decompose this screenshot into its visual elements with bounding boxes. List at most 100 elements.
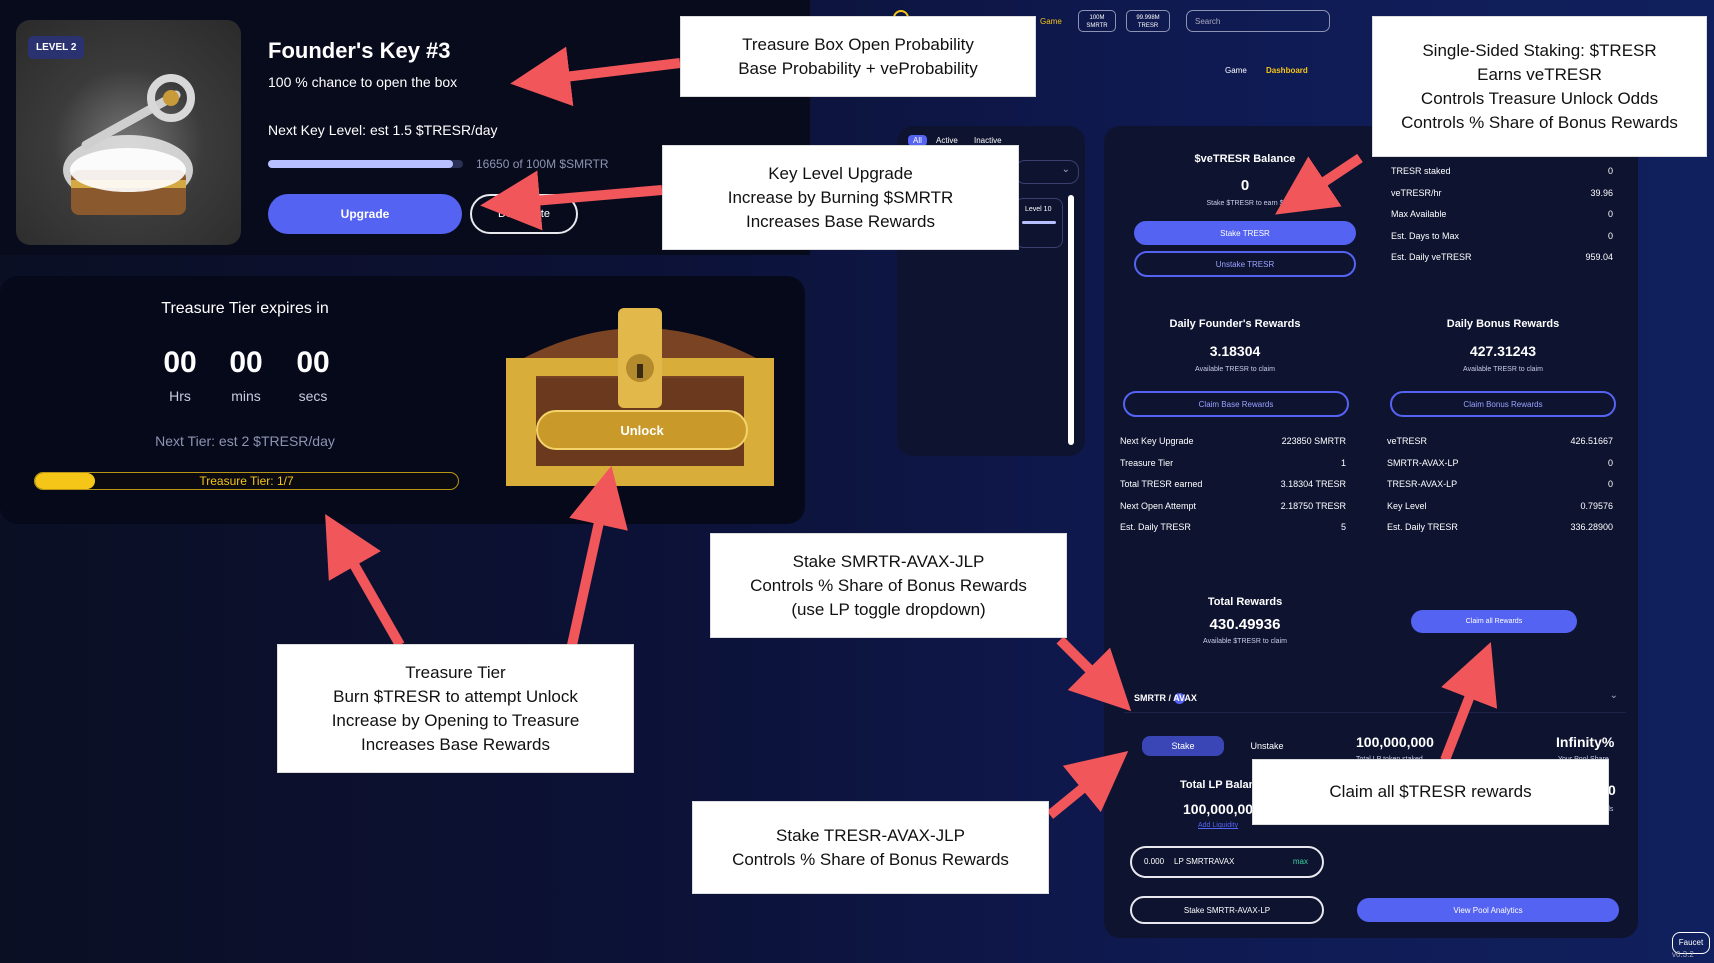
annotation-line: Single-Sided Staking: $TRESR bbox=[1422, 40, 1657, 60]
stat-value: 0 bbox=[1607, 209, 1613, 219]
arrow-tier-bar bbox=[325, 513, 405, 648]
bonus-rewards-note: Available TRESR to claim bbox=[1463, 366, 1543, 373]
key-list-scrollbar[interactable] bbox=[1068, 195, 1074, 445]
filter-active[interactable]: Active bbox=[936, 136, 958, 145]
stat-value: 0 bbox=[1607, 166, 1613, 176]
annotation-line: Burn $TRESR to attempt Unlock bbox=[333, 686, 578, 706]
filter-all[interactable]: All bbox=[908, 135, 927, 146]
annotation-line: Earns veTRESR bbox=[1477, 64, 1602, 84]
hours-value: 00 bbox=[163, 346, 197, 379]
claim-all-rewards-button[interactable]: Claim all Rewards bbox=[1411, 610, 1577, 633]
nav-game[interactable]: Game bbox=[1225, 66, 1247, 75]
lp-pair-label: SMRTR / AVAX bbox=[1134, 693, 1197, 703]
lp-total-value: 100,000,00 bbox=[1183, 801, 1254, 817]
lp-total-staked-value: 100,000,000 bbox=[1356, 734, 1434, 750]
minutes-value: 00 bbox=[229, 346, 263, 379]
stat-value: 3.18304 TRESR bbox=[1280, 479, 1346, 489]
stat-label: Total TRESR earned bbox=[1120, 479, 1203, 489]
annotation-line: (use LP toggle dropdown) bbox=[791, 599, 986, 619]
smrtr-balance-badge: 100M SMRTR bbox=[1078, 10, 1116, 32]
stat-value: 1 bbox=[1340, 457, 1346, 468]
annotation-line: Increase by Burning $SMRTR bbox=[727, 187, 954, 207]
stat-label: Key Level bbox=[1387, 500, 1427, 511]
annotation-line: Controls % Share of Bonus Rewards bbox=[732, 849, 1009, 869]
annotation-tresr-avax-lp: Stake TRESR-AVAX-JLP Controls % Share of … bbox=[693, 802, 1048, 893]
stat-row: Est. Daily veTRESR 959.04 bbox=[1391, 252, 1613, 262]
lp-amount-input[interactable]: 0.000 LP SMRTRAVAX max bbox=[1130, 846, 1324, 878]
annotation-line: Stake TRESR-AVAX-JLP bbox=[776, 825, 965, 845]
claim-bonus-rewards-button[interactable]: Claim Bonus Rewards bbox=[1390, 391, 1616, 417]
claim-base-rewards-button[interactable]: Claim Base Rewards bbox=[1123, 391, 1349, 417]
key-title: Founder's Key #3 bbox=[268, 38, 451, 63]
stat-row: Est. Daily TRESR 336.28900 bbox=[1387, 522, 1613, 532]
vetresr-note: Stake $TRESR to earn $ bbox=[1206, 200, 1284, 207]
stat-label: Est. Daily TRESR bbox=[1387, 522, 1458, 532]
add-liquidity-link[interactable]: Add Liquidity bbox=[1198, 822, 1238, 829]
lp-unstake-tab[interactable]: Unstake bbox=[1232, 736, 1302, 756]
chest-icon bbox=[506, 308, 774, 486]
upgrade-button[interactable]: Upgrade bbox=[268, 194, 462, 234]
stat-label: veTRESR/hr bbox=[1391, 187, 1442, 198]
stat-value: 0.79576 bbox=[1580, 500, 1613, 511]
stat-row: SMRTR-AVAX-LP 0 bbox=[1387, 458, 1613, 468]
stat-value: 336.28900 bbox=[1570, 522, 1613, 532]
lp-stake-tab[interactable]: Stake bbox=[1142, 736, 1224, 756]
unlock-button[interactable]: Unlock bbox=[536, 410, 748, 450]
annotation-line: Increase by Opening to Treasure bbox=[331, 710, 580, 730]
stat-row: Total TRESR earned 3.18304 TRESR bbox=[1120, 479, 1346, 489]
stat-value: 0 bbox=[1607, 230, 1613, 241]
stake-lp-button[interactable]: Stake SMRTR-AVAX-LP bbox=[1130, 896, 1324, 924]
stat-label: Next Open Attempt bbox=[1120, 500, 1197, 511]
max-button[interactable]: max bbox=[1293, 848, 1308, 876]
chevron-down-icon: ⌄ bbox=[1061, 164, 1070, 175]
total-rewards-note: Available $TRESR to claim bbox=[1203, 638, 1287, 645]
stat-label: Est. Daily TRESR bbox=[1120, 522, 1191, 532]
annotation-line: Increases Base Rewards bbox=[746, 211, 935, 231]
lp-total-label: Total LP Balan bbox=[1180, 779, 1256, 791]
chevron-down-icon: ⌄ bbox=[1609, 690, 1618, 701]
founders-rewards-note: Available TRESR to claim bbox=[1195, 366, 1275, 373]
annotation-probability: Treasure Box Open Probability Base Probab… bbox=[681, 17, 1035, 96]
key-progress-text: 16650 of 100M $SMRTR bbox=[476, 157, 609, 171]
view-pool-analytics-button[interactable]: View Pool Analytics bbox=[1357, 898, 1619, 922]
stat-label: Treasure Tier bbox=[1120, 457, 1174, 468]
lp-side-value: 0 bbox=[1608, 782, 1616, 798]
tresr-balance-badge: 99.998M TRESR bbox=[1126, 10, 1170, 32]
bonus-rewards-value: 427.31243 bbox=[1469, 343, 1537, 359]
nav-dashboard[interactable]: Dashboard bbox=[1266, 66, 1308, 75]
stat-value: 0 bbox=[1607, 457, 1613, 468]
level-item-label: Level 10 bbox=[1025, 206, 1052, 213]
key-dropdown[interactable]: ⌄ bbox=[1015, 160, 1079, 184]
unstake-tresr-button[interactable]: Unstake TRESR bbox=[1134, 251, 1356, 277]
annotation-line: Key Level Upgrade bbox=[768, 163, 913, 183]
search-placeholder: Search bbox=[1195, 17, 1221, 26]
stat-row: Key Level 0.79576 bbox=[1387, 501, 1613, 511]
tresr-unit: TRESR bbox=[1137, 23, 1159, 29]
stat-value: 39.96 bbox=[1590, 187, 1613, 198]
version-label: v0.3.2 bbox=[1672, 950, 1694, 959]
deactivate-button[interactable]: Deactivate bbox=[470, 194, 578, 234]
annotation-line: Controls Treasure Unlock Odds bbox=[1420, 88, 1659, 108]
search-input[interactable]: Search bbox=[1186, 10, 1330, 32]
stake-tresr-button[interactable]: Stake TRESR bbox=[1134, 221, 1356, 245]
stat-label: TRESR staked bbox=[1391, 166, 1451, 176]
key-list-item[interactable]: Level 10 bbox=[1015, 198, 1063, 248]
stat-label: veTRESR bbox=[1387, 436, 1428, 446]
nav-game-tab[interactable]: Game bbox=[1040, 17, 1062, 26]
annotation-line: Treasure Box Open Probability bbox=[742, 34, 974, 54]
smrtr-unit: SMRTR bbox=[1086, 23, 1108, 29]
stat-label: Max Available bbox=[1391, 209, 1447, 219]
stat-value: 426.51667 bbox=[1570, 436, 1613, 446]
level-badge: LEVEL 2 bbox=[28, 36, 85, 59]
annotation-line: Base Probability + veProbability bbox=[738, 58, 978, 78]
annotation-key-level-upgrade: Key Level Upgrade Increase by Burning $SM… bbox=[663, 146, 1018, 249]
stat-row: TRESR-AVAX-LP 0 bbox=[1387, 479, 1613, 489]
founders-rewards-value: 3.18304 bbox=[1209, 343, 1261, 359]
key-progress-track bbox=[268, 160, 463, 168]
stat-row: Treasure Tier 1 bbox=[1120, 458, 1346, 468]
lp-pair-dropdown[interactable]: SMRTR / AVAX ⌄ bbox=[1124, 690, 1626, 713]
minutes-label: mins bbox=[231, 388, 261, 404]
stat-value: 0 bbox=[1607, 479, 1613, 489]
filter-inactive[interactable]: Inactive bbox=[974, 136, 1002, 145]
treasure-expires-label: Treasure Tier expires in bbox=[161, 300, 329, 317]
